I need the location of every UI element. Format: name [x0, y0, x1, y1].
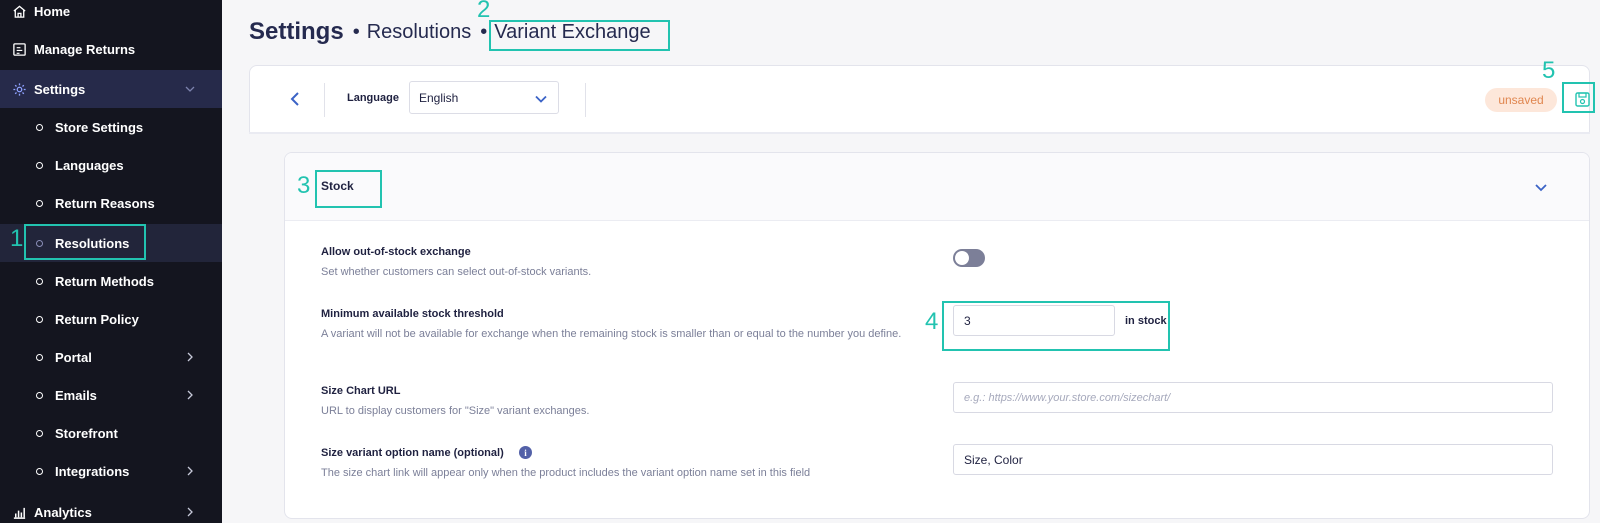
- chevron-right-icon: [187, 507, 193, 517]
- size-chart-url-label: Size Chart URL: [321, 385, 401, 397]
- sidebar-item-portal[interactable]: Portal: [0, 338, 222, 376]
- sidebar: Home Manage Returns Settings Store Setti…: [0, 0, 222, 523]
- chevron-down-icon: [185, 86, 195, 92]
- sidebar-item-store-settings[interactable]: Store Settings: [0, 108, 222, 146]
- language-select[interactable]: English: [409, 81, 559, 114]
- sidebar-item-label: Home: [34, 3, 71, 19]
- bullet-icon: [36, 199, 43, 207]
- sidebar-item-integrations[interactable]: Integrations: [0, 452, 222, 490]
- sidebar-item-label: Resolutions: [55, 235, 130, 251]
- sidebar-item-label: Store Settings: [55, 119, 144, 135]
- annotation-number-5: 5: [1542, 57, 1556, 84]
- chevron-right-icon: [187, 390, 193, 400]
- divider: [324, 83, 325, 117]
- home-icon: [12, 4, 27, 19]
- sidebar-item-return-policy[interactable]: Return Policy: [0, 300, 222, 338]
- status-badge: unsaved: [1485, 88, 1557, 112]
- size-chart-url-input[interactable]: e.g.: https://www.your.store.com/sizecha…: [953, 382, 1553, 413]
- annotation-number-4: 4: [925, 308, 939, 335]
- bullet-icon: [36, 123, 43, 131]
- section-title: Stock: [321, 179, 354, 193]
- breadcrumb-resolutions[interactable]: Resolutions: [367, 21, 472, 44]
- threshold-suffix: in stock: [1125, 315, 1167, 327]
- bullet-icon: [36, 277, 43, 285]
- annotation-number-3: 3: [297, 172, 311, 199]
- sidebar-item-emails[interactable]: Emails: [0, 376, 222, 414]
- chevron-right-icon: [187, 466, 193, 476]
- sidebar-item-label: Return Methods: [55, 273, 154, 289]
- threshold-label: Minimum available stock threshold: [321, 308, 504, 320]
- sidebar-item-label: Return Policy: [55, 311, 139, 327]
- sidebar-item-label: Integrations: [55, 463, 130, 479]
- sidebar-item-label: Portal: [55, 349, 92, 365]
- bullet-icon: [36, 467, 43, 475]
- bullet-icon: [36, 391, 43, 399]
- language-selected-value: English: [419, 90, 459, 105]
- chevron-down-icon: [535, 95, 547, 103]
- bullet-icon: [36, 353, 43, 361]
- settings-toolbar: Language English unsaved: [249, 65, 1590, 133]
- divider: [585, 83, 586, 117]
- sidebar-item-storefront[interactable]: Storefront: [0, 414, 222, 452]
- save-icon[interactable]: [1572, 89, 1593, 110]
- threshold-description: A variant will not be available for exch…: [321, 328, 902, 340]
- sidebar-item-return-reasons[interactable]: Return Reasons: [0, 184, 222, 222]
- sidebar-item-analytics[interactable]: Analytics: [0, 493, 222, 523]
- sidebar-item-label: Manage Returns: [34, 41, 136, 57]
- info-icon[interactable]: i: [519, 446, 532, 459]
- chevron-right-icon: [187, 352, 193, 362]
- threshold-input[interactable]: 3: [953, 305, 1115, 336]
- sidebar-item-manage-returns[interactable]: Manage Returns: [0, 30, 222, 68]
- bullet-icon: [36, 239, 43, 247]
- stock-section-header[interactable]: Stock: [285, 153, 1589, 221]
- breadcrumb: Settings • Resolutions • Variant Exchang…: [249, 18, 651, 46]
- page-title: Settings: [249, 18, 344, 45]
- sidebar-item-resolutions[interactable]: Resolutions: [0, 224, 222, 262]
- gear-icon: [12, 82, 27, 97]
- sidebar-item-label: Storefront: [55, 425, 118, 441]
- allow-oos-label: Allow out-of-stock exchange: [321, 246, 471, 258]
- sidebar-item-label: Analytics: [34, 504, 92, 520]
- sidebar-item-settings[interactable]: Settings: [0, 70, 222, 108]
- bullet-icon: [36, 315, 43, 323]
- returns-box-icon: [12, 42, 27, 57]
- breadcrumb-separator: •: [352, 20, 360, 43]
- size-option-description: The size chart link will appear only whe…: [321, 467, 811, 479]
- breadcrumb-variant-exchange: Variant Exchange: [494, 20, 651, 43]
- annotation-number-1: 1: [10, 225, 24, 252]
- toggle-knob: [955, 251, 969, 265]
- sidebar-item-return-methods[interactable]: Return Methods: [0, 262, 222, 300]
- sidebar-item-label: Languages: [55, 157, 124, 173]
- chevron-down-icon[interactable]: [1533, 179, 1549, 195]
- bar-chart-icon: [12, 505, 27, 520]
- sidebar-item-home[interactable]: Home: [0, 0, 222, 30]
- bullet-icon: [36, 161, 43, 169]
- allow-oos-toggle[interactable]: [953, 249, 985, 267]
- size-option-input[interactable]: Size, Color: [953, 444, 1553, 475]
- back-arrow-icon[interactable]: [284, 88, 306, 110]
- sidebar-item-label: Emails: [55, 387, 97, 403]
- allow-oos-description: Set whether customers can select out-of-…: [321, 266, 592, 278]
- section-divider: [249, 132, 1590, 134]
- size-option-label: Size variant option name (optional): [321, 447, 504, 459]
- size-chart-url-description: URL to display customers for "Size" vari…: [321, 405, 590, 417]
- language-label: Language: [347, 92, 399, 104]
- annotation-number-2: 2: [477, 0, 491, 23]
- sidebar-item-label: Settings: [34, 81, 86, 97]
- sidebar-item-label: Return Reasons: [55, 195, 155, 211]
- bullet-icon: [36, 429, 43, 437]
- sidebar-item-languages[interactable]: Languages: [0, 146, 222, 184]
